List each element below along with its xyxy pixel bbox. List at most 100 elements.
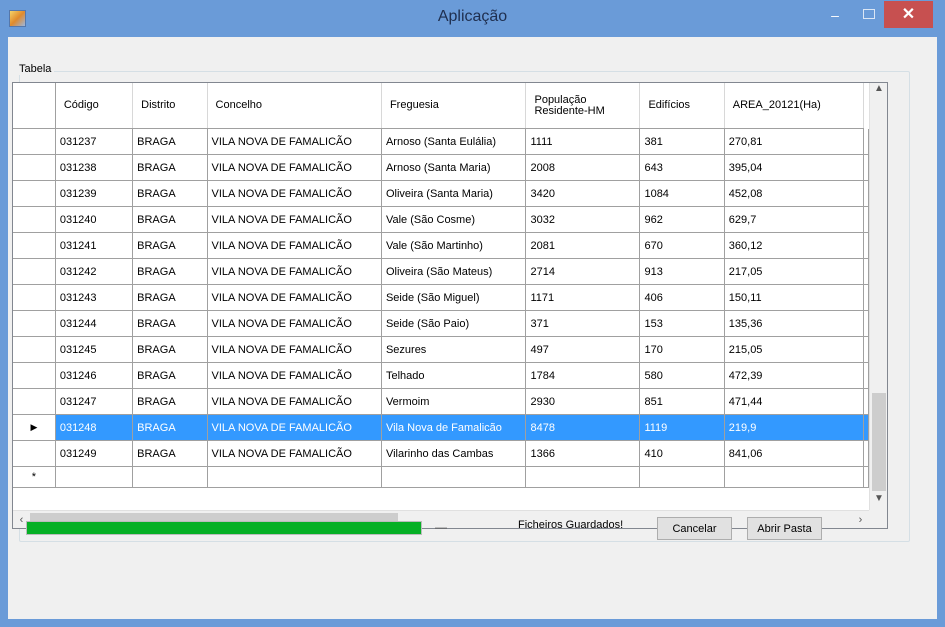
table-cell[interactable]: Arnoso (Santa Maria) [381, 154, 527, 181]
table-row[interactable]: 031243 BRAGA VILA NOVA DE FAMALICÃO Seide (… [13, 284, 869, 311]
table-cell[interactable]: VILA NOVA DE FAMALICÃO [207, 154, 382, 181]
table-cell[interactable]: 851 [639, 388, 725, 415]
table-row[interactable]: 031239 BRAGA VILA NOVA DE FAMALICÃO Oliveir… [13, 180, 869, 207]
table-cell[interactable]: 360,12 [724, 232, 865, 259]
table-row[interactable]: 031240 BRAGA VILA NOVA DE FAMALICÃO Vale (S… [13, 206, 869, 233]
data-grid[interactable]: Código Distrito Concelho Freguesia Popul… [12, 82, 888, 529]
table-cell[interactable]: 150,11 [724, 284, 865, 311]
scroll-right-icon[interactable]: › [852, 511, 869, 528]
cancel-button[interactable]: Cancelar [657, 517, 732, 540]
column-header-area[interactable]: AREA_20121(Ha) [724, 83, 865, 129]
table-cell[interactable]: 1366 [525, 440, 641, 467]
table-cell[interactable]: 1784 [525, 362, 641, 389]
table-cell[interactable] [132, 466, 208, 488]
table-cell[interactable]: Vale (São Martinho) [381, 232, 527, 259]
row-header[interactable] [13, 336, 56, 363]
table-cell[interactable]: BRAGA [132, 128, 208, 155]
table-cell[interactable]: Oliveira (São Mateus) [381, 258, 527, 285]
table-cell[interactable]: BRAGA [132, 388, 208, 415]
table-row[interactable]: 031241 BRAGA VILA NOVA DE FAMALICÃO Vale (S… [13, 232, 869, 259]
table-cell[interactable]: 497 [525, 336, 641, 363]
table-cell[interactable]: VILA NOVA DE FAMALICÃO [207, 180, 382, 207]
table-cell[interactable]: 031245 [55, 336, 134, 363]
table-cell[interactable]: 031242 [55, 258, 134, 285]
table-cell[interactable]: 2714 [525, 258, 641, 285]
table-cell[interactable]: 471,44 [724, 388, 865, 415]
new-row[interactable]: * [13, 466, 869, 488]
table-row[interactable]: 031238 BRAGA VILA NOVA DE FAMALICÃO Arnoso … [13, 154, 869, 181]
table-cell[interactable]: BRAGA [132, 440, 208, 467]
table-cell[interactable]: 395,04 [724, 154, 865, 181]
table-row[interactable]: 031247 BRAGA VILA NOVA DE FAMALICÃO Vermoim… [13, 388, 869, 415]
table-cell[interactable]: 1119 [639, 414, 725, 441]
column-header-codigo[interactable]: Código [55, 83, 134, 129]
table-cell[interactable]: 031237 [55, 128, 134, 155]
table-cell[interactable]: Vermoim [381, 388, 527, 415]
table-cell[interactable]: BRAGA [132, 206, 208, 233]
table-cell[interactable]: 031246 [55, 362, 134, 389]
table-cell[interactable]: 1171 [525, 284, 641, 311]
row-header[interactable] [13, 154, 56, 181]
table-cell[interactable]: 031241 [55, 232, 134, 259]
column-header-edificios[interactable]: Edifícios [639, 83, 725, 129]
table-cell[interactable]: 170 [639, 336, 725, 363]
table-cell[interactable]: BRAGA [132, 336, 208, 363]
table-cell[interactable] [724, 466, 865, 488]
table-cell[interactable]: 406 [639, 284, 725, 311]
table-cell[interactable]: 452,08 [724, 180, 865, 207]
table-cell[interactable]: Vila Nova de Famalicão [381, 414, 527, 441]
table-cell[interactable]: BRAGA [132, 414, 208, 441]
table-row[interactable]: 031246 BRAGA VILA NOVA DE FAMALICÃO Telhado… [13, 362, 869, 389]
table-cell[interactable]: Seide (São Paio) [381, 310, 527, 337]
table-cell[interactable]: 031239 [55, 180, 134, 207]
table-cell[interactable] [525, 466, 641, 488]
row-header[interactable] [13, 440, 56, 467]
table-cell[interactable]: 410 [639, 440, 725, 467]
table-cell[interactable]: 219,9 [724, 414, 865, 441]
table-cell[interactable]: Arnoso (Santa Eulália) [381, 128, 527, 155]
minimize-button[interactable]: – [822, 6, 848, 26]
column-header-concelho[interactable]: Concelho [207, 83, 382, 129]
table-row[interactable]: 031249 BRAGA VILA NOVA DE FAMALICÃO Vilarin… [13, 440, 869, 467]
close-button[interactable]: ✕ [884, 1, 933, 28]
table-cell[interactable]: 371 [525, 310, 641, 337]
table-cell[interactable]: 2930 [525, 388, 641, 415]
table-cell[interactable]: 3032 [525, 206, 641, 233]
table-cell[interactable]: 270,81 [724, 128, 865, 155]
table-cell[interactable]: Oliveira (Santa Maria) [381, 180, 527, 207]
row-header[interactable] [13, 284, 56, 311]
table-cell[interactable]: Seide (São Miguel) [381, 284, 527, 311]
row-header[interactable] [13, 388, 56, 415]
table-cell[interactable]: VILA NOVA DE FAMALICÃO [207, 284, 382, 311]
vertical-scrollbar[interactable]: ▲ ▼ [869, 83, 887, 510]
table-cell[interactable]: VILA NOVA DE FAMALICÃO [207, 258, 382, 285]
table-cell[interactable]: VILA NOVA DE FAMALICÃO [207, 128, 382, 155]
table-cell[interactable]: 031240 [55, 206, 134, 233]
table-cell[interactable]: 031238 [55, 154, 134, 181]
table-cell[interactable]: 2081 [525, 232, 641, 259]
table-cell[interactable]: Telhado [381, 362, 527, 389]
column-header-freguesia[interactable]: Freguesia [381, 83, 527, 129]
table-cell[interactable]: VILA NOVA DE FAMALICÃO [207, 440, 382, 467]
table-cell[interactable]: BRAGA [132, 310, 208, 337]
table-cell[interactable]: Vale (São Cosme) [381, 206, 527, 233]
table-cell[interactable]: VILA NOVA DE FAMALICÃO [207, 336, 382, 363]
row-header[interactable]: ▶ [13, 414, 56, 441]
table-cell[interactable] [639, 466, 725, 488]
table-cell[interactable]: 031249 [55, 440, 134, 467]
row-header[interactable] [13, 362, 56, 389]
table-cell[interactable]: 217,05 [724, 258, 865, 285]
table-cell[interactable]: 381 [639, 128, 725, 155]
vertical-scroll-thumb[interactable] [872, 393, 886, 491]
table-cell[interactable]: BRAGA [132, 180, 208, 207]
table-cell[interactable]: 215,05 [724, 336, 865, 363]
table-cell[interactable]: 031243 [55, 284, 134, 311]
table-cell[interactable]: Sezures [381, 336, 527, 363]
row-header[interactable] [13, 232, 56, 259]
scroll-down-icon[interactable]: ▼ [870, 493, 887, 510]
table-cell[interactable]: BRAGA [132, 362, 208, 389]
scroll-up-icon[interactable]: ▲ [870, 83, 887, 100]
new-row-marker[interactable]: * [13, 466, 56, 488]
table-cell[interactable]: BRAGA [132, 154, 208, 181]
table-row[interactable]: 031244 BRAGA VILA NOVA DE FAMALICÃO Seide (… [13, 310, 869, 337]
